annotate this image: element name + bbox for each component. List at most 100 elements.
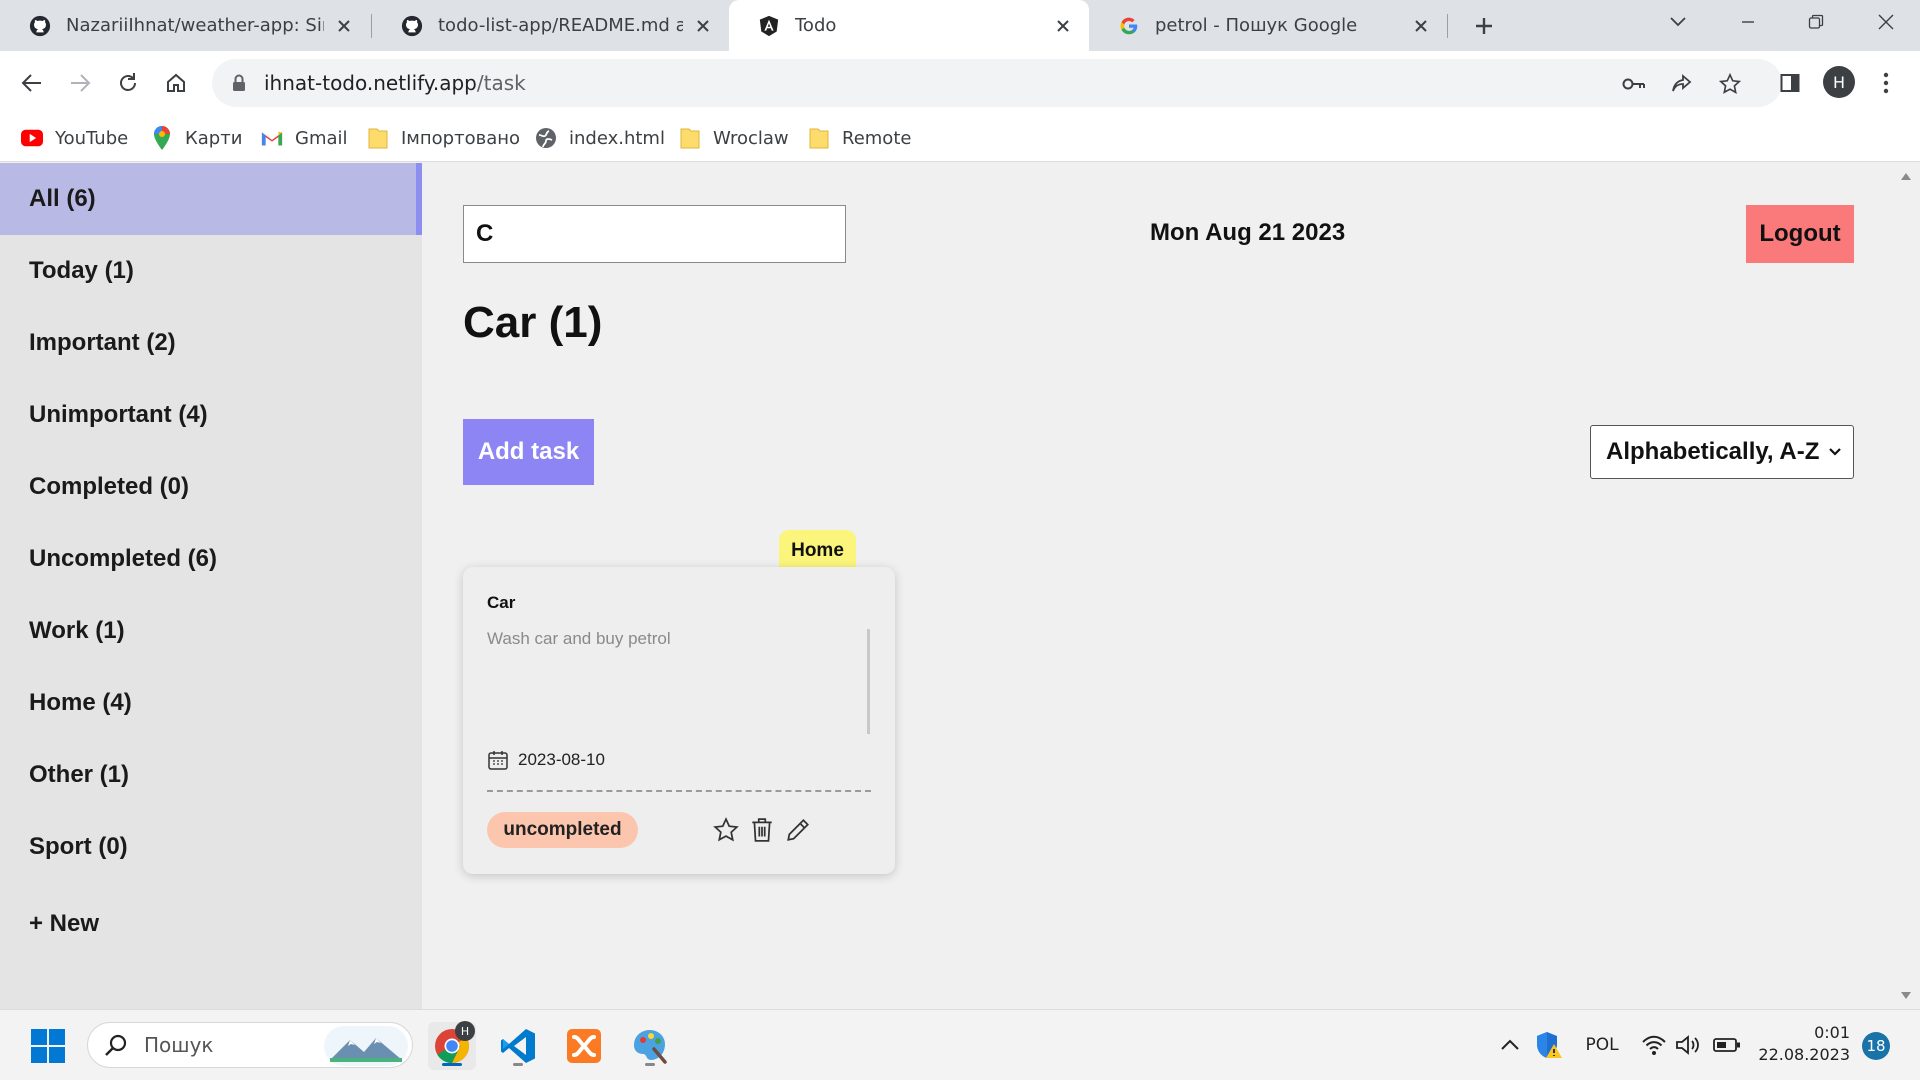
url-domain: ihnat-todo.netlify.app	[264, 71, 477, 95]
sort-select-value: Alphabetically, A-Z	[1606, 438, 1820, 465]
bookmark-star-icon[interactable]	[1717, 71, 1743, 97]
taskbar-clock[interactable]: 0:01 22.08.2023	[1758, 1022, 1850, 1066]
task-title: Car	[487, 593, 516, 612]
search-input[interactable]	[463, 205, 846, 263]
star-icon[interactable]	[712, 816, 740, 844]
bookmark-label: index.html	[569, 127, 665, 149]
notification-count-badge[interactable]: 18	[1862, 1032, 1890, 1060]
home-icon	[167, 73, 185, 92]
bookmark-label: YouTube	[55, 127, 129, 149]
logout-button[interactable]: Logout	[1746, 205, 1854, 263]
security-tray-icon[interactable]	[1534, 1030, 1564, 1060]
reload-icon	[120, 73, 136, 91]
close-tab-icon[interactable]	[693, 16, 713, 36]
sidebar-item-all[interactable]: All (6)	[0, 163, 422, 235]
xampp-icon	[567, 1029, 601, 1063]
address-bar[interactable]: ihnat-todo.netlify.app/task	[212, 59, 1782, 107]
taskbar-search[interactable]: Пошук	[87, 1022, 413, 1068]
category-sidebar: All (6) Today (1) Important (2) Unimport…	[0, 163, 422, 1009]
chrome-profile-badge: H	[455, 1021, 475, 1041]
browser-tab-todo[interactable]: Todo	[729, 0, 1089, 51]
url-path: /task	[476, 71, 526, 95]
reload-button[interactable]	[109, 64, 147, 102]
status-badge[interactable]: uncompleted	[487, 812, 638, 848]
task-description: Wash car and buy petrol	[487, 629, 671, 648]
key-icon[interactable]	[1621, 71, 1647, 97]
gmail-icon	[261, 127, 283, 149]
new-category-button[interactable]: + New	[0, 888, 422, 960]
github-icon	[28, 14, 52, 38]
start-button[interactable]	[24, 1022, 72, 1070]
category-tag: Home	[779, 530, 856, 572]
browser-tab-weather-app[interactable]: NazariiIhnat/weather-app: Simple	[0, 0, 370, 51]
sidebar-item-unimportant[interactable]: Unimportant (4)	[0, 379, 422, 451]
new-tab-button[interactable]	[1466, 8, 1502, 44]
sidebar-item-work[interactable]: Work (1)	[0, 595, 422, 667]
browser-tab-strip: NazariiIhnat/weather-app: Simple todo-li…	[0, 0, 1920, 51]
minimize-button[interactable]	[1718, 0, 1778, 44]
forward-button[interactable]	[61, 64, 99, 102]
bookmark-index-html[interactable]: index.html	[535, 124, 665, 152]
browser-toolbar: ihnat-todo.netlify.app/task H	[0, 51, 1920, 114]
back-button[interactable]	[13, 64, 51, 102]
sort-select[interactable]: Alphabetically, A-Z	[1590, 425, 1854, 479]
add-task-button[interactable]: Add task	[463, 419, 594, 485]
volume-icon[interactable]	[1674, 1030, 1702, 1060]
restore-button[interactable]	[1786, 0, 1846, 44]
bookmark-gmail[interactable]: Gmail	[261, 124, 348, 152]
input-language-indicator[interactable]: POL	[1580, 1030, 1624, 1060]
bookmark-label: Remote	[842, 127, 912, 149]
browser-tab-readme[interactable]: todo-list-app/README.md at ma	[372, 0, 729, 51]
arrow-left-icon	[21, 74, 41, 92]
youtube-icon	[21, 127, 43, 149]
description-scrollbar[interactable]	[867, 629, 870, 734]
taskbar-chrome[interactable]: H	[428, 1021, 476, 1070]
bookmark-remote[interactable]: Remote	[808, 124, 911, 152]
taskbar-vscode[interactable]	[494, 1022, 542, 1070]
browser-tab-title: NazariiIhnat/weather-app: Simple	[66, 15, 324, 36]
running-indicator	[442, 1063, 462, 1066]
sidebar-item-sport[interactable]: Sport (0)	[0, 811, 422, 883]
bookmark-wroclaw[interactable]: Wroclaw	[679, 124, 789, 152]
search-icon	[105, 1034, 127, 1056]
browser-menu-button[interactable]	[1867, 64, 1905, 102]
close-window-button[interactable]	[1856, 0, 1916, 44]
sidebar-item-completed[interactable]: Completed (0)	[0, 451, 422, 523]
close-tab-icon[interactable]	[1053, 16, 1073, 36]
trash-icon[interactable]	[748, 816, 776, 844]
landscape-illustration-icon	[324, 1026, 408, 1066]
calendar-icon	[488, 751, 508, 770]
tab-search-button[interactable]	[1648, 0, 1708, 44]
browser-tab-title: petrol - Пошук Google	[1155, 15, 1358, 36]
home-button[interactable]	[157, 64, 195, 102]
sidebar-item-uncompleted[interactable]: Uncompleted (6)	[0, 523, 422, 595]
scroll-up-arrow-icon[interactable]	[1900, 171, 1912, 181]
edit-pencil-icon[interactable]	[784, 816, 812, 844]
bookmark-youtube[interactable]: YouTube	[21, 124, 128, 152]
scroll-down-arrow-icon[interactable]	[1900, 991, 1912, 1001]
profile-avatar[interactable]: H	[1823, 66, 1855, 98]
sidebar-item-important[interactable]: Important (2)	[0, 307, 422, 379]
wifi-icon[interactable]	[1640, 1030, 1668, 1060]
bookmark-maps[interactable]: Карти	[151, 124, 242, 152]
close-tab-icon[interactable]	[334, 16, 354, 36]
side-panel-button[interactable]	[1771, 64, 1809, 102]
running-indicator	[513, 1063, 523, 1066]
sidebar-item-today[interactable]: Today (1)	[0, 235, 422, 307]
bookmark-imported[interactable]: Імпортовано	[367, 124, 520, 152]
google-icon	[1117, 14, 1141, 38]
browser-tab-google[interactable]: petrol - Пошук Google	[1089, 0, 1447, 51]
battery-icon[interactable]	[1712, 1030, 1742, 1060]
chevron-up-icon	[1501, 1039, 1519, 1050]
close-tab-icon[interactable]	[1411, 16, 1431, 36]
browser-tab-title: todo-list-app/README.md at ma	[438, 15, 683, 36]
sidebar-item-home[interactable]: Home (4)	[0, 667, 422, 739]
share-icon[interactable]	[1669, 71, 1695, 97]
sidebar-item-other[interactable]: Other (1)	[0, 739, 422, 811]
taskbar-paint[interactable]	[626, 1022, 674, 1070]
taskbar-xampp[interactable]	[560, 1022, 608, 1070]
show-hidden-icons-button[interactable]	[1498, 1030, 1522, 1060]
side-panel-icon	[1780, 74, 1800, 92]
windows-logo-icon	[31, 1029, 65, 1063]
clock-date: 22.08.2023	[1758, 1045, 1850, 1064]
